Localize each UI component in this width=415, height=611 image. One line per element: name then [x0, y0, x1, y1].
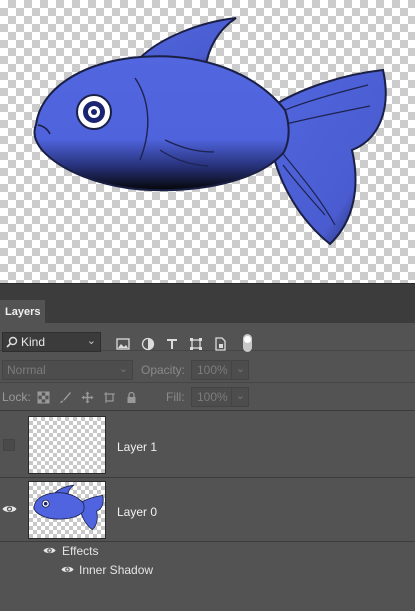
pixel-filter-icon[interactable]: [116, 337, 130, 351]
layer-name[interactable]: Layer 1: [117, 440, 157, 454]
adjustment-filter-icon[interactable]: [141, 337, 155, 351]
opacity-label: Opacity:: [141, 363, 186, 377]
document-canvas[interactable]: [0, 0, 415, 283]
chevron-down-icon: ⌄: [86, 335, 96, 347]
blend-mode-select[interactable]: Normal ⌄: [2, 360, 133, 380]
kind-filter-select[interactable]: Kind ⌄: [2, 332, 101, 352]
divider: [231, 388, 232, 406]
layer-row-layer-0[interactable]: Layer 0: [0, 478, 415, 542]
layer-name[interactable]: Layer 0: [117, 505, 157, 519]
layer-row-layer-1[interactable]: Layer 1: [0, 411, 415, 478]
fill-label: Fill:: [166, 390, 185, 404]
smart-object-filter-icon[interactable]: [213, 337, 227, 351]
shape-filter-icon[interactable]: [189, 337, 203, 351]
search-icon: [6, 336, 18, 348]
visibility-off-box: [3, 439, 15, 451]
fill-value: 100%: [197, 390, 228, 404]
visibility-toggle[interactable]: [0, 411, 20, 477]
lock-label: Lock:: [2, 390, 31, 404]
lock-transparent-pixels-icon[interactable]: [37, 391, 50, 404]
tab-layers[interactable]: Layers: [0, 300, 46, 324]
chevron-down-icon: ⌄: [235, 390, 245, 402]
panel-header: Layers: [0, 283, 415, 324]
fish-thumbnail-icon: [33, 484, 104, 531]
eye-icon[interactable]: [43, 546, 56, 555]
effect-item-label: Inner Shadow: [79, 563, 154, 577]
lock-position-icon[interactable]: [81, 391, 94, 404]
effects-label: Effects: [62, 544, 99, 558]
visibility-toggle[interactable]: [0, 478, 20, 541]
opacity-field[interactable]: 100% ⌄: [191, 360, 249, 380]
fill-field[interactable]: 100% ⌄: [191, 387, 249, 407]
effects-row[interactable]: Effects: [0, 542, 415, 561]
lock-image-pixels-icon[interactable]: [59, 391, 72, 404]
fish-artwork: [33, 17, 387, 246]
blend-mode-label: Normal: [7, 363, 46, 377]
chevron-down-icon: ⌄: [235, 363, 245, 375]
lock-artboard-icon[interactable]: [103, 391, 116, 404]
layer-thumbnail: [28, 416, 106, 474]
eye-icon: [2, 506, 17, 512]
kind-filter-label: Kind: [21, 335, 46, 349]
lock-all-icon[interactable]: [125, 391, 138, 404]
filter-toggle[interactable]: [243, 334, 252, 352]
opacity-value: 100%: [197, 363, 228, 377]
eye-icon[interactable]: [61, 565, 74, 574]
effect-item-inner-shadow[interactable]: Inner Shadow: [0, 561, 415, 580]
divider: [231, 361, 232, 379]
chevron-down-icon: ⌄: [118, 363, 128, 375]
layer-thumbnail: [28, 481, 106, 539]
type-filter-icon[interactable]: [165, 337, 179, 351]
